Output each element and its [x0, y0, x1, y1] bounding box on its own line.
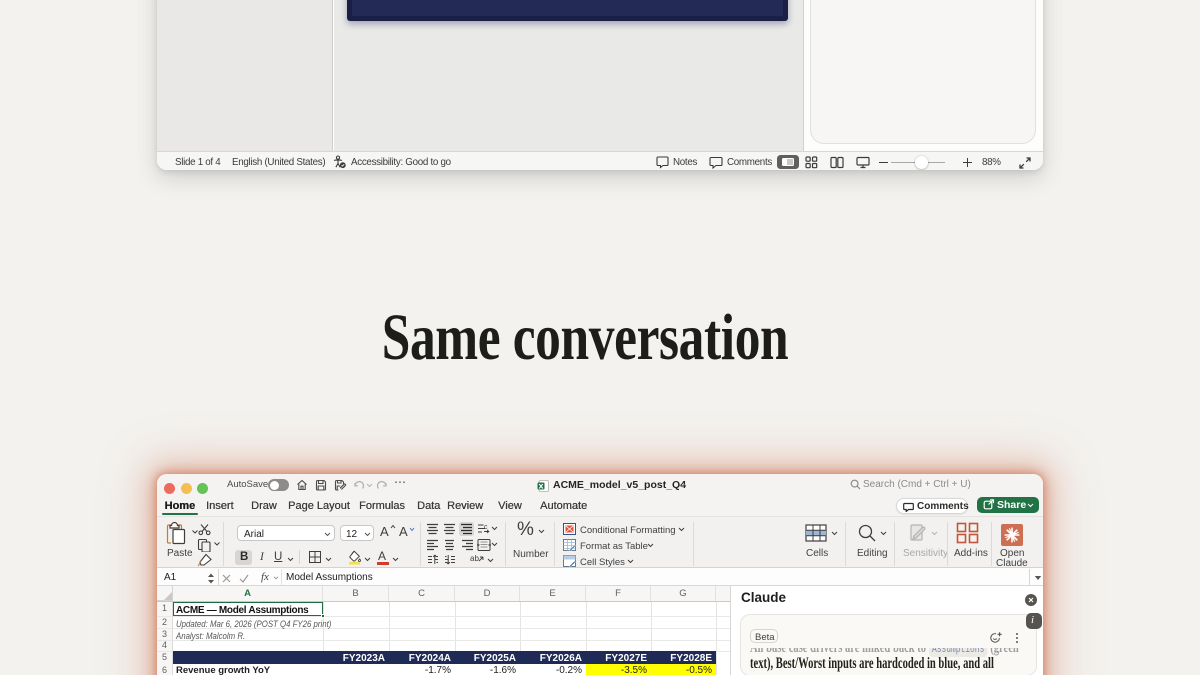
svg-text:ab: ab	[470, 554, 479, 563]
